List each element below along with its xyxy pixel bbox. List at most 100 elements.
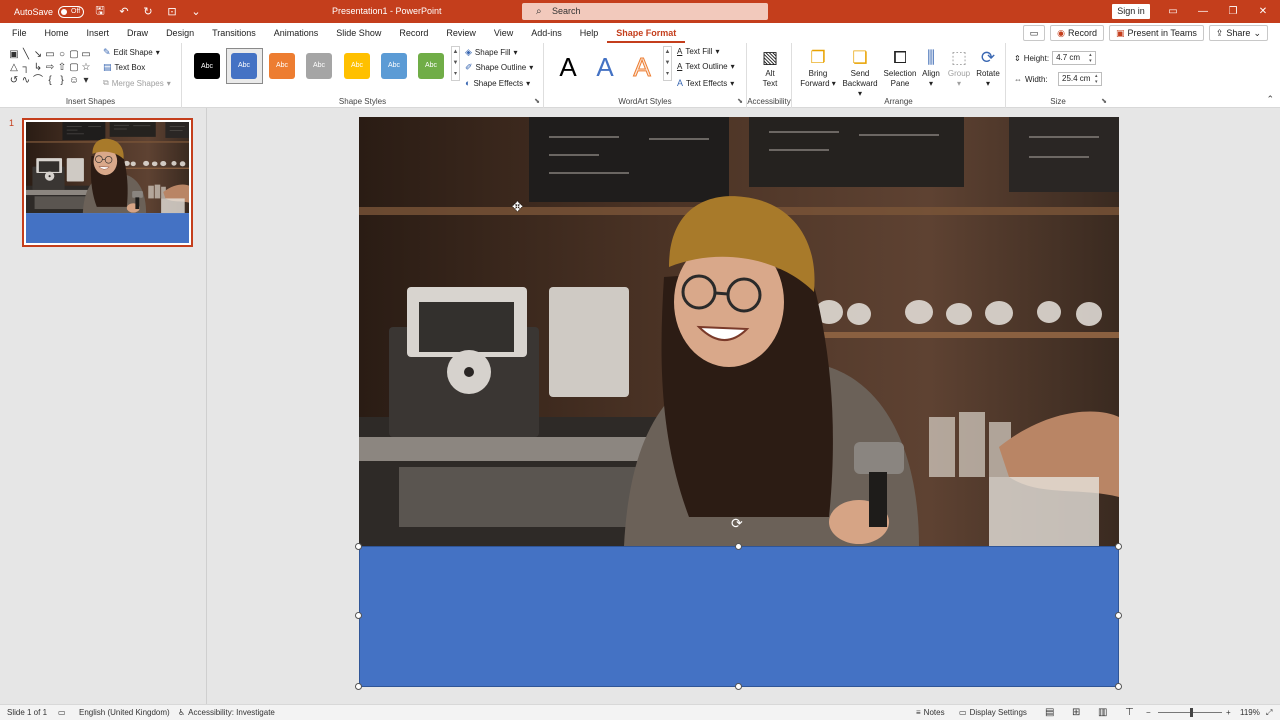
reading-view-icon[interactable]: ▥	[1098, 705, 1107, 720]
present-in-teams-button[interactable]: ▣ Present in Teams	[1108, 25, 1204, 41]
style-swatch-blue[interactable]: Abc	[231, 53, 257, 79]
wordart-gallery-scroll[interactable]: ▲ ▼ ▾	[663, 46, 672, 81]
triangle-shape-icon[interactable]: △	[8, 61, 20, 74]
style-swatch-gold[interactable]: Abc	[344, 53, 370, 79]
spell-check-icon[interactable]: ▭	[58, 705, 66, 720]
selection-pane-button[interactable]: ⧠ Selection Pane	[882, 47, 918, 89]
callout-shape-icon[interactable]: ▢	[68, 61, 80, 74]
slide-sorter-icon[interactable]: ⊞	[1072, 705, 1080, 720]
normal-view-icon[interactable]: ▤	[1045, 705, 1054, 720]
align-button[interactable]: ⫼ Align ▾	[918, 47, 944, 89]
style-swatch-black[interactable]: Abc	[194, 53, 220, 79]
resize-handle-top[interactable]	[735, 543, 742, 550]
dialog-launcher-icon[interactable]: ⬊	[534, 97, 540, 105]
notes-button[interactable]: ≡ Notes	[916, 705, 945, 720]
record-button[interactable]: ◉ Record	[1050, 25, 1104, 41]
height-input[interactable]: 4.7 cm	[1052, 51, 1097, 65]
cafe-photo[interactable]	[359, 117, 1119, 546]
close-icon[interactable]: ✕	[1248, 0, 1278, 23]
tab-draw[interactable]: Draw	[118, 23, 157, 43]
redo-icon[interactable]: ↻	[140, 5, 156, 18]
collapse-ribbon-icon[interactable]: ⌃	[1266, 94, 1274, 105]
star-shape-icon[interactable]: ☆	[80, 61, 92, 74]
right-arrow-shape-icon[interactable]: ⇨	[44, 61, 56, 74]
tab-review[interactable]: Review	[437, 23, 485, 43]
text-outline-button[interactable]: A Text Outline ▾	[677, 62, 735, 71]
arc-shape-icon[interactable]: ⌒	[32, 74, 44, 87]
styles-gallery-scroll[interactable]: ▲ ▼ ▾	[451, 46, 460, 81]
width-input[interactable]: 25.4 cm	[1058, 72, 1102, 86]
rect-outline-shape-icon[interactable]: ▭	[80, 48, 92, 61]
shape-outline-button[interactable]: ✐ Shape Outline ▾	[465, 62, 533, 73]
line-shape-icon[interactable]: ╲	[20, 48, 32, 61]
share-button[interactable]: ⇪ Share ⌄	[1208, 25, 1268, 41]
tab-view[interactable]: View	[485, 23, 522, 43]
text-effects-button[interactable]: A Text Effects ▾	[677, 78, 734, 88]
autosave-switch[interactable]: Off	[58, 5, 85, 18]
tab-home[interactable]: Home	[36, 23, 78, 43]
bring-forward-button[interactable]: ❐ Bring Forward ▾	[798, 47, 838, 89]
tab-record[interactable]: Record	[390, 23, 437, 43]
shape-fill-button[interactable]: ◈ Shape Fill ▾	[465, 47, 518, 58]
gallery-more-icon[interactable]: ▾	[80, 74, 92, 87]
slideshow-icon[interactable]: ⊤	[1125, 705, 1134, 720]
rounded-rect-shape-icon[interactable]: ▢	[68, 48, 80, 61]
wordart-blue[interactable]: A	[593, 53, 617, 81]
slide-canvas[interactable]: ⟳	[355, 117, 1122, 690]
resize-handle-bottom[interactable]	[735, 683, 742, 690]
tab-help[interactable]: Help	[571, 23, 608, 43]
style-swatch-light-blue[interactable]: Abc	[381, 53, 407, 79]
alt-text-button[interactable]: ▧ Alt Text	[755, 47, 785, 89]
sign-in-button[interactable]: Sign in	[1112, 4, 1150, 19]
scribble-shape-icon[interactable]: ∿	[20, 74, 32, 87]
text-box-shape-icon[interactable]: ▣	[8, 48, 20, 61]
elbow-connector-shape-icon[interactable]: ┐	[20, 61, 32, 74]
search-input[interactable]: ⌕ Search	[522, 3, 768, 20]
shapes-gallery[interactable]: ▣ ╲ ↘ ▭ ○ ▢ ▭ △ ┐ ↳ ⇨ ⇧ ▢ ☆ ↺ ∿ ⌒ { } ☺ …	[8, 48, 94, 87]
merge-shapes-button[interactable]: ⧉ Merge Shapes ▾	[103, 78, 171, 88]
tab-insert[interactable]: Insert	[78, 23, 119, 43]
resize-handle-bottom-right[interactable]	[1115, 683, 1122, 690]
group-button[interactable]: ⬚ Group ▾	[945, 47, 973, 89]
zoom-level[interactable]: 119%	[1240, 705, 1260, 720]
fit-slide-icon[interactable]: ⤢	[1266, 705, 1272, 720]
elbow-arrow-shape-icon[interactable]: ↳	[32, 61, 44, 74]
resize-handle-left[interactable]	[355, 612, 362, 619]
rotate-button[interactable]: ⟳ Rotate ▾	[974, 47, 1002, 89]
style-swatch-gray[interactable]: Abc	[306, 53, 332, 79]
wordart-black[interactable]: A	[556, 53, 580, 81]
start-from-beginning-icon[interactable]: ⊡	[164, 5, 180, 18]
text-box-button[interactable]: ▤ Text Box	[103, 62, 145, 73]
customize-toolbar-icon[interactable]: ⌄	[188, 5, 204, 18]
style-swatch-green[interactable]: Abc	[418, 53, 444, 79]
shape-effects-button[interactable]: ◐ Shape Effects ▾	[465, 78, 530, 88]
edit-shape-button[interactable]: ✎ Edit Shape ▾	[103, 47, 160, 58]
zoom-out-icon[interactable]: −	[1146, 705, 1151, 720]
tab-shape-format[interactable]: Shape Format	[607, 23, 686, 43]
tab-design[interactable]: Design	[157, 23, 203, 43]
dialog-launcher-icon[interactable]: ⬊	[1101, 97, 1107, 105]
restore-icon[interactable]: ❐	[1218, 0, 1248, 23]
blue-rectangle-shape[interactable]	[359, 546, 1119, 687]
tab-add-ins[interactable]: Add-ins	[522, 23, 571, 43]
resize-handle-top-right[interactable]	[1115, 543, 1122, 550]
wordart-orange-outline[interactable]: A	[630, 53, 654, 82]
rectangle-shape-icon[interactable]: ▭	[44, 48, 56, 61]
accessibility-status[interactable]: ♿ Accessibility: Investigate	[178, 705, 275, 720]
smile-shape-icon[interactable]: ☺	[68, 74, 80, 87]
autosave-toggle[interactable]: AutoSave Off	[14, 5, 85, 18]
resize-handle-right[interactable]	[1115, 612, 1122, 619]
send-backward-button[interactable]: ❏ Send Backward ▾	[840, 47, 880, 99]
tab-slide-show[interactable]: Slide Show	[327, 23, 390, 43]
tab-animations[interactable]: Animations	[265, 23, 328, 43]
undo-icon[interactable]: ↶	[116, 5, 132, 18]
resize-handle-top-left[interactable]	[355, 543, 362, 550]
up-arrow-shape-icon[interactable]: ⇧	[56, 61, 68, 74]
oval-shape-icon[interactable]: ○	[56, 48, 68, 61]
tab-file[interactable]: File	[3, 23, 36, 43]
rotate-handle-icon[interactable]: ⟳	[731, 515, 743, 532]
curve-shape-icon[interactable]: ↺	[8, 74, 20, 87]
minimize-icon[interactable]: —	[1188, 0, 1218, 23]
resize-handle-bottom-left[interactable]	[355, 683, 362, 690]
slide-thumbnail-1[interactable]	[22, 118, 193, 247]
